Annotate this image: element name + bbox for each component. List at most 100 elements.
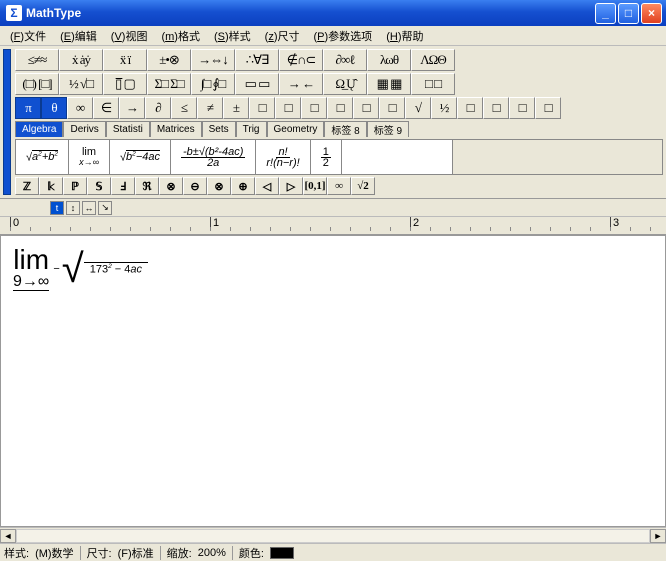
menu-格式[interactable]: (m)格式 <box>155 27 206 45</box>
menu-帮助[interactable]: (H)帮助 <box>380 27 429 45</box>
menu-尺寸[interactable]: (z)尺寸 <box>259 27 306 45</box>
menu-文件[interactable]: (F)文件 <box>4 27 52 45</box>
symbol-button[interactable]: → <box>119 97 145 119</box>
mini-symbol-button[interactable]: ℜ <box>135 177 159 195</box>
tab-trig[interactable]: Trig <box>236 121 267 137</box>
palette-button[interactable]: ΛΩΘ <box>411 49 455 71</box>
scroll-track[interactable] <box>16 529 650 543</box>
tool-icon[interactable]: ↔ <box>82 201 96 215</box>
menu-编辑[interactable]: (E)编辑 <box>54 27 103 45</box>
symbol-button[interactable]: π <box>15 97 41 119</box>
palette-button[interactable]: (□) [□] <box>15 73 59 95</box>
symbol-button[interactable]: □ <box>483 97 509 119</box>
mini-symbol-button[interactable]: Ⅎ <box>111 177 135 195</box>
palette-button[interactable]: □ □ <box>411 73 455 95</box>
template-4[interactable]: n!r!(n−r)! <box>256 140 310 174</box>
palette-button[interactable]: ∂∞ℓ <box>323 49 367 71</box>
mini-symbol-button[interactable]: ∞ <box>327 177 351 195</box>
palette-button[interactable]: ẋ ȧẏ <box>59 49 103 71</box>
symbol-button[interactable]: ∞ <box>67 97 93 119</box>
menu-参数选项[interactable]: (P)参数选项 <box>308 27 379 45</box>
mini-symbol-button[interactable]: ▷ <box>279 177 303 195</box>
color-swatch[interactable] <box>270 547 294 559</box>
palette-button[interactable]: λωθ <box>367 49 411 71</box>
template-5[interactable]: 12 <box>311 140 342 174</box>
symbol-button[interactable]: □ <box>301 97 327 119</box>
palette-button[interactable]: Ω̲ Ų̂ <box>323 73 367 95</box>
horizontal-scrollbar[interactable]: ◄ ► <box>0 527 666 543</box>
palette-button[interactable]: ▦ ▦ <box>367 73 411 95</box>
ruler-major-tick: 3 <box>610 217 619 231</box>
symbol-button[interactable]: □ <box>509 97 535 119</box>
mini-symbol-button[interactable]: ⊕ <box>231 177 255 195</box>
symbol-button[interactable]: □ <box>379 97 405 119</box>
palette-button[interactable]: ±•⊗ <box>147 49 191 71</box>
mini-symbol-button[interactable]: [0,1] <box>303 177 327 195</box>
tool-icon[interactable]: ↘ <box>98 201 112 215</box>
symbol-button[interactable]: □ <box>353 97 379 119</box>
menu-视图[interactable]: (V)视图 <box>105 27 154 45</box>
palette-button[interactable]: ½ √□ <box>59 73 103 95</box>
palette-button[interactable]: →⇔↓ <box>191 49 235 71</box>
symbol-button[interactable]: ∈ <box>93 97 119 119</box>
mini-symbol-button[interactable]: ℤ <box>15 177 39 195</box>
palette-button[interactable]: ▯̅ ▢ <box>103 73 147 95</box>
mini-symbol-button[interactable]: 𝕊 <box>87 177 111 195</box>
symbol-button[interactable]: □ <box>327 97 353 119</box>
menu-样式[interactable]: (S)样式 <box>208 27 257 45</box>
symbol-button[interactable]: □ <box>535 97 561 119</box>
mini-symbol-button[interactable]: ⊗ <box>207 177 231 195</box>
symbol-button[interactable]: θ <box>41 97 67 119</box>
tab-sets[interactable]: Sets <box>202 121 236 137</box>
minimize-button[interactable]: _ <box>595 3 616 24</box>
tab-geometry[interactable]: Geometry <box>267 121 325 137</box>
palette-button[interactable]: ∉∩⊂ <box>279 49 323 71</box>
tool-icon[interactable]: ↕ <box>66 201 80 215</box>
scroll-left-button[interactable]: ◄ <box>0 529 16 543</box>
tab-derivs[interactable]: Derivs <box>63 121 105 137</box>
palette-button[interactable]: ▭ ▭ <box>235 73 279 95</box>
template-3[interactable]: -b±√(b²-4ac)2a <box>171 140 256 174</box>
symbol-button[interactable]: □ <box>275 97 301 119</box>
ruler[interactable]: 0123 <box>0 217 666 235</box>
mini-symbol-button[interactable]: ℙ <box>63 177 87 195</box>
tab-statisti[interactable]: Statisti <box>106 121 150 137</box>
mini-symbol-button[interactable]: ⊖ <box>183 177 207 195</box>
mini-symbol-button[interactable]: 𝕜 <box>39 177 63 195</box>
tab-matrices[interactable]: Matrices <box>150 121 202 137</box>
palette-button[interactable]: ẍ ï <box>103 49 147 71</box>
symbol-button[interactable]: ≤ <box>171 97 197 119</box>
palette-button[interactable]: Σ□ Σ□ <box>147 73 191 95</box>
tab-algebra[interactable]: Algebra <box>15 121 63 137</box>
maximize-button[interactable]: □ <box>618 3 639 24</box>
close-button[interactable]: × <box>641 3 662 24</box>
tool-icon[interactable]: t <box>50 201 64 215</box>
scroll-right-button[interactable]: ► <box>650 529 666 543</box>
palette-button[interactable]: ≤≠≈ <box>15 49 59 71</box>
symbol-button[interactable]: ∂ <box>145 97 171 119</box>
template-6[interactable] <box>342 140 453 174</box>
symbol-button[interactable]: □ <box>457 97 483 119</box>
mini-symbol-button[interactable]: √2 <box>351 177 375 195</box>
mini-symbol-button[interactable]: ◁ <box>255 177 279 195</box>
ruler-minor-tick <box>250 227 251 231</box>
template-2[interactable]: √b2−4ac <box>110 140 171 174</box>
palette-row-1: ≤≠≈ẋ ȧẏẍ ï±•⊗→⇔↓∴∀∃∉∩⊂∂∞ℓλωθΛΩΘ <box>15 49 663 71</box>
toolbar-grip[interactable] <box>3 49 11 195</box>
editor-canvas[interactable]: lim 9→∞ − √ 1732 − 4ac <box>0 235 666 527</box>
template-1[interactable]: limx→∞ <box>69 140 110 174</box>
symbol-button[interactable]: ≠ <box>197 97 223 119</box>
tab-标签 9[interactable]: 标签 9 <box>367 121 409 137</box>
template-0[interactable]: √a2+b2 <box>16 140 69 174</box>
symbol-button[interactable]: √ <box>405 97 431 119</box>
palette-button[interactable]: ∴∀∃ <box>235 49 279 71</box>
tab-标签 8[interactable]: 标签 8 <box>324 121 366 137</box>
symbol-button[interactable]: □ <box>249 97 275 119</box>
palette-button[interactable]: ∫□ ∮□ <box>191 73 235 95</box>
ruler-minor-tick <box>570 227 571 231</box>
palette-button[interactable]: → ← <box>279 73 323 95</box>
symbol-button[interactable]: ± <box>223 97 249 119</box>
mini-symbol-button[interactable]: ⊗ <box>159 177 183 195</box>
symbol-button[interactable]: ½ <box>431 97 457 119</box>
mini-toolbar: t↕↔↘ <box>0 199 666 217</box>
